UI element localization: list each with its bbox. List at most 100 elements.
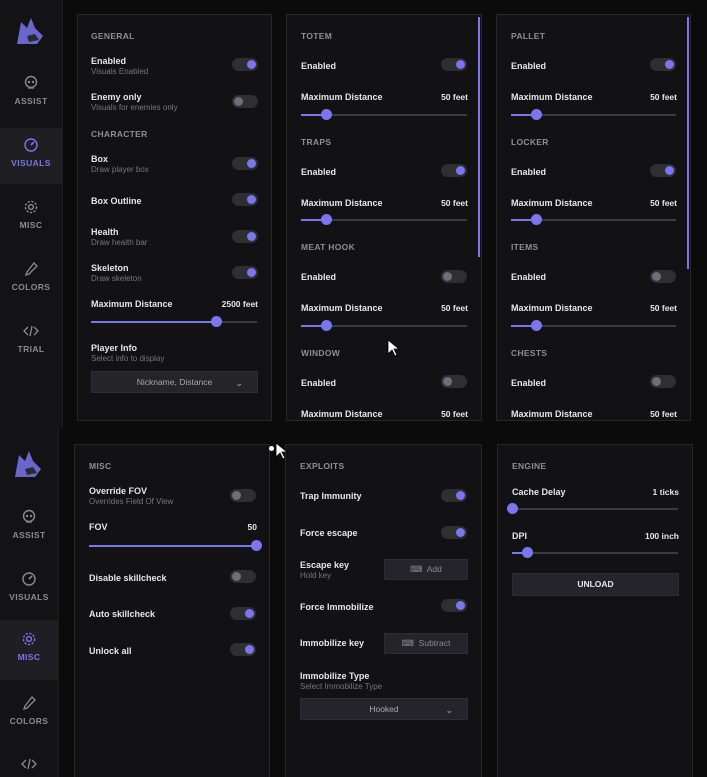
sidebar-item-assist[interactable]: ASSIST: [0, 500, 58, 556]
section-title-chests: CHESTS: [511, 348, 548, 358]
gear-icon: [24, 200, 38, 214]
totem-distance-slider[interactable]: [301, 109, 467, 120]
max-distance-label: Maximum Distance: [91, 299, 173, 309]
locker-enabled-toggle[interactable]: [650, 164, 676, 177]
override-fov-toggle[interactable]: [230, 489, 256, 502]
sidebar-item-trial[interactable]: [0, 747, 58, 777]
immobilize-key-button-label: Subtract: [418, 638, 451, 648]
eye-icon: [24, 138, 38, 152]
cache-delay-label: Cache Delay: [512, 487, 566, 497]
trap-immunity-label: Trap Immunity: [300, 491, 362, 501]
enemy-only-sub: Visuals for enemies only: [91, 103, 178, 112]
sidebar-item-label: TRIAL: [17, 344, 45, 354]
pallet-distance-slider[interactable]: [511, 109, 676, 120]
meat-hook-distance-label: Maximum Distance: [301, 303, 383, 313]
chests-enabled-toggle[interactable]: [650, 375, 676, 388]
scrollbar[interactable]: [478, 17, 480, 257]
chevron-down-icon: ⌄: [235, 378, 243, 388]
fov-label: FOV: [89, 522, 108, 532]
max-distance-slider[interactable]: [91, 316, 257, 327]
escape-key-button-label: Add: [426, 564, 442, 574]
immobilize-type-select[interactable]: Hooked ⌄: [300, 698, 468, 720]
locker-distance-slider[interactable]: [511, 214, 676, 225]
sidebar-item-visuals[interactable]: VISUALS: [0, 562, 58, 618]
traps-enabled-label: Enabled: [301, 167, 337, 177]
eye-icon: [22, 572, 36, 586]
sidebar-item-colors[interactable]: COLORS: [0, 686, 58, 742]
enemy-only-label: Enemy only: [91, 92, 142, 102]
sidebar-item-trial[interactable]: TRIAL: [0, 314, 62, 370]
box-toggle[interactable]: [232, 157, 258, 170]
skull-icon: [22, 509, 36, 523]
skull-icon: [24, 75, 38, 89]
window-enabled-toggle[interactable]: [441, 375, 467, 388]
disable-skillcheck-label: Disable skillcheck: [89, 573, 167, 583]
cache-delay-slider[interactable]: [507, 503, 678, 514]
dpi-slider[interactable]: [512, 547, 678, 558]
pallet-enabled-toggle[interactable]: [650, 58, 676, 71]
trap-immunity-toggle[interactable]: [441, 489, 467, 502]
health-toggle[interactable]: [232, 230, 258, 243]
traps-distance-value: 50 feet: [441, 198, 468, 208]
override-fov-label: Override FOV: [89, 486, 148, 496]
player-info-select[interactable]: Nickname, Distance ⌄: [91, 371, 258, 393]
dpi-label: DPI: [512, 531, 528, 541]
force-immobilize-label: Force Immobilize: [300, 602, 374, 612]
force-escape-label: Force escape: [300, 528, 358, 538]
sidebar-item-assist[interactable]: ASSIST: [0, 66, 62, 122]
meat-hook-enabled-toggle[interactable]: [441, 270, 467, 283]
locker-enabled-label: Enabled: [511, 167, 547, 177]
skeleton-toggle[interactable]: [232, 266, 258, 279]
traps-distance-slider[interactable]: [301, 214, 467, 225]
section-title-totem: TOTEM: [301, 31, 333, 41]
unlock-all-label: Unlock all: [89, 646, 132, 656]
unlock-all-toggle[interactable]: [230, 643, 256, 656]
pallet-distance-value: 50 feet: [650, 92, 677, 102]
box-outline-toggle[interactable]: [232, 193, 258, 206]
immobilize-type-selected: Hooked: [369, 704, 399, 714]
meat-hook-distance-slider[interactable]: [301, 320, 467, 331]
sidebar-item-visuals[interactable]: VISUALS: [0, 128, 62, 184]
sidebar-item-colors[interactable]: COLORS: [0, 252, 62, 308]
sidebar-item-misc[interactable]: MISC: [0, 190, 62, 246]
auto-skillcheck-label: Auto skillcheck: [89, 609, 156, 619]
objects-panel-left: TOTEM Enabled Maximum Distance 50 feet T…: [286, 14, 482, 421]
fov-slider[interactable]: [89, 540, 262, 551]
traps-enabled-toggle[interactable]: [441, 164, 467, 177]
fox-logo-icon: [17, 18, 43, 44]
enemy-only-toggle[interactable]: [232, 95, 258, 108]
scrollbar[interactable]: [687, 17, 689, 269]
pallet-enabled-label: Enabled: [511, 61, 547, 71]
general-panel: GENERAL Enabled Visuals Enabled Enemy on…: [77, 14, 272, 421]
max-distance-value: 2500 feet: [221, 299, 258, 309]
force-escape-toggle[interactable]: [441, 526, 467, 539]
sidebar-item-label: COLORS: [11, 282, 51, 292]
totem-enabled-toggle[interactable]: [441, 58, 467, 71]
escape-key-button[interactable]: ⌨ Add: [384, 559, 468, 580]
player-info-sub: Select info to display: [91, 354, 165, 363]
chests-enabled-label: Enabled: [511, 378, 547, 388]
disable-skillcheck-toggle[interactable]: [230, 570, 256, 583]
enabled-toggle[interactable]: [232, 58, 258, 71]
box-sub: Draw player box: [91, 165, 149, 174]
items-distance-slider[interactable]: [511, 320, 676, 331]
visuals-window: ASSIST VISUALS MISC COLORS TRIAL GENERAL…: [0, 0, 707, 428]
sidebar-item-misc[interactable]: MISC: [0, 620, 58, 680]
section-title-pallet: PALLET: [511, 31, 546, 41]
force-immobilize-toggle[interactable]: [441, 599, 467, 612]
section-title-traps: TRAPS: [301, 137, 332, 147]
traps-distance-label: Maximum Distance: [301, 198, 383, 208]
auto-skillcheck-toggle[interactable]: [230, 607, 256, 620]
items-enabled-toggle[interactable]: [650, 270, 676, 283]
sidebar: ASSIST VISUALS MISC COLORS: [0, 428, 59, 777]
fov-value: 50: [247, 522, 257, 532]
window-distance-label: Maximum Distance: [301, 409, 383, 419]
gear-icon: [22, 632, 36, 646]
enabled-label: Enabled: [91, 56, 127, 66]
sidebar-item-label: ASSIST: [14, 96, 48, 106]
immobilize-key-label: Immobilize key: [300, 638, 365, 648]
section-title-items: ITEMS: [511, 242, 539, 252]
unload-button[interactable]: UNLOAD: [512, 573, 679, 596]
immobilize-key-button[interactable]: ⌨ Subtract: [384, 633, 468, 654]
dropper-icon: [24, 262, 38, 277]
